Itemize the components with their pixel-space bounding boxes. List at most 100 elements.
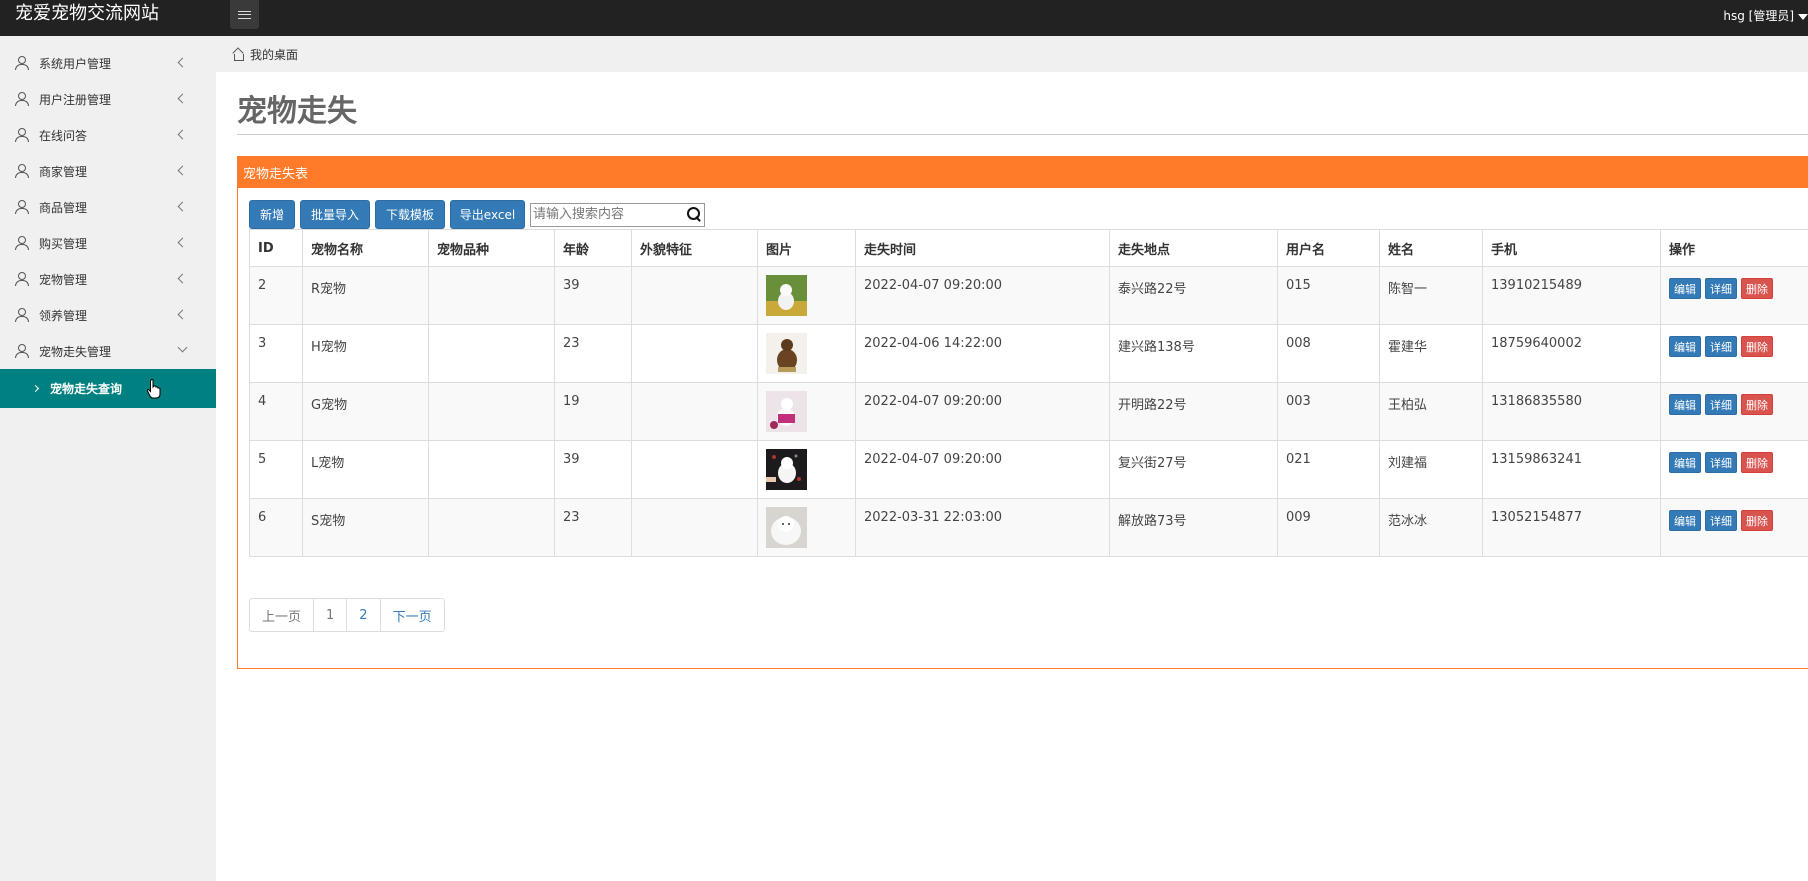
pet-photo[interactable] xyxy=(766,449,807,490)
sidebar-item-label: 宠物走失管理 xyxy=(39,344,112,359)
sidebar-item-adoption[interactable]: 领养管理 xyxy=(0,297,216,333)
cell-image xyxy=(757,266,856,325)
sidebar-item-purchases[interactable]: 购买管理 xyxy=(0,225,216,261)
sidebar-item-label: 宠物管理 xyxy=(39,272,88,287)
sidebar-item-system-users[interactable]: 系统用户管理 xyxy=(0,45,216,81)
chevron-left-icon xyxy=(177,309,188,320)
export-excel-button[interactable]: 导出excel xyxy=(450,200,525,229)
search-input[interactable] xyxy=(531,203,704,226)
sidebar-item-products[interactable]: 商品管理 xyxy=(0,189,216,225)
table-row: 5 L宠物 39 2022-04-07 09:20:00 复兴街27号 021 … xyxy=(249,440,1808,499)
page-link[interactable]: 2 xyxy=(346,598,381,632)
detail-button[interactable]: 详细 xyxy=(1705,394,1737,415)
pet-photo[interactable] xyxy=(766,391,807,432)
cell-features xyxy=(631,266,758,325)
user-icon xyxy=(15,56,29,70)
cell-actions: 编辑 详细 删除 xyxy=(1660,266,1808,325)
sidebar-item-label: 用户注册管理 xyxy=(39,92,112,107)
breadcrumb-home[interactable]: 我的桌面 xyxy=(250,46,298,63)
cell-phone: 13186835580 xyxy=(1482,382,1661,441)
site-brand[interactable]: 宠爱宠物交流网站 xyxy=(15,3,159,25)
column-header: 走失时间 xyxy=(855,229,1110,267)
cell-username: 008 xyxy=(1277,324,1380,383)
edit-button[interactable]: 编辑 xyxy=(1669,394,1701,415)
table-row: 4 G宠物 19 2022-04-07 09:20:00 开明路22号 003 … xyxy=(249,382,1808,441)
delete-button[interactable]: 删除 xyxy=(1741,336,1773,357)
batch-import-button[interactable]: 批量导入 xyxy=(300,200,370,229)
user-menu[interactable]: hsg [管理员] xyxy=(1723,7,1808,24)
edit-button[interactable]: 编辑 xyxy=(1669,510,1701,531)
search-icon[interactable] xyxy=(687,206,702,222)
detail-button[interactable]: 详细 xyxy=(1705,278,1737,299)
pagination: 上一页 1 2 下一页 xyxy=(249,598,445,632)
cell-place: 泰兴路22号 xyxy=(1109,266,1278,325)
detail-button[interactable]: 详细 xyxy=(1705,510,1737,531)
column-header: 图片 xyxy=(757,229,856,267)
cell-phone: 13910215489 xyxy=(1482,266,1661,325)
hamburger-icon[interactable] xyxy=(230,0,259,29)
cell-features xyxy=(631,382,758,441)
sidebar-item-online-qa[interactable]: 在线问答 xyxy=(0,117,216,153)
cell-image xyxy=(757,440,856,499)
chevron-left-icon xyxy=(177,273,188,284)
cell-username: 009 xyxy=(1277,498,1380,557)
sidebar-item-label: 商品管理 xyxy=(39,200,88,215)
cell-phone: 13159863241 xyxy=(1482,440,1661,499)
cell-realname: 陈智一 xyxy=(1379,266,1483,325)
cell-name: L宠物 xyxy=(302,440,429,499)
detail-button[interactable]: 详细 xyxy=(1705,452,1737,473)
toolbar: 新增 批量导入 下载模板 导出excel xyxy=(249,200,705,229)
delete-button[interactable]: 删除 xyxy=(1741,510,1773,531)
cell-breed xyxy=(428,266,555,325)
pet-photo[interactable] xyxy=(766,275,807,316)
delete-button[interactable]: 删除 xyxy=(1741,278,1773,299)
sidebar-item-label: 在线问答 xyxy=(39,128,88,143)
hand-cursor-icon xyxy=(147,379,161,399)
edit-button[interactable]: 编辑 xyxy=(1669,278,1701,299)
cell-realname: 王柏弘 xyxy=(1379,382,1483,441)
cell-time: 2022-04-07 09:20:00 xyxy=(855,266,1110,325)
chevron-right-icon xyxy=(31,384,40,393)
cell-name: H宠物 xyxy=(302,324,429,383)
sidebar-item-pets[interactable]: 宠物管理 xyxy=(0,261,216,297)
sidebar-item-lost-pets[interactable]: 宠物走失管理 xyxy=(0,333,216,369)
cell-age: 39 xyxy=(554,440,632,499)
pet-photo[interactable] xyxy=(766,507,807,548)
page-link[interactable]: 1 xyxy=(313,598,348,632)
cell-time: 2022-03-31 22:03:00 xyxy=(855,498,1110,557)
user-name: hsg [管理员] xyxy=(1723,9,1794,23)
cell-id: 3 xyxy=(249,324,303,383)
chevron-left-icon xyxy=(177,237,188,248)
cell-phone: 18759640002 xyxy=(1482,324,1661,383)
sidebar-item-label: 系统用户管理 xyxy=(39,56,112,71)
cell-breed xyxy=(428,382,555,441)
column-header: 操作 xyxy=(1660,229,1808,267)
prev-page-link[interactable]: 上一页 xyxy=(249,598,315,632)
add-button[interactable]: 新增 xyxy=(249,200,295,229)
detail-button[interactable]: 详细 xyxy=(1705,336,1737,357)
cell-realname: 霍建华 xyxy=(1379,324,1483,383)
chevron-left-icon xyxy=(177,129,188,140)
cell-age: 19 xyxy=(554,382,632,441)
edit-button[interactable]: 编辑 xyxy=(1669,452,1701,473)
download-template-button[interactable]: 下载模板 xyxy=(375,200,445,229)
sidebar: 系统用户管理 用户注册管理 在线问答 商家管理 商品管理 购买管理 宠物管理 领… xyxy=(0,36,216,881)
page-title: 宠物走失 xyxy=(237,94,357,129)
pet-photo[interactable] xyxy=(766,333,807,374)
edit-button[interactable]: 编辑 xyxy=(1669,336,1701,357)
next-page-link[interactable]: 下一页 xyxy=(379,598,445,632)
column-header: 手机 xyxy=(1482,229,1661,267)
delete-button[interactable]: 删除 xyxy=(1741,394,1773,415)
cell-actions: 编辑 详细 删除 xyxy=(1660,498,1808,557)
cell-phone: 13052154877 xyxy=(1482,498,1661,557)
cell-name: G宠物 xyxy=(302,382,429,441)
chevron-left-icon xyxy=(177,201,188,212)
cell-actions: 编辑 详细 删除 xyxy=(1660,324,1808,383)
sidebar-subitem-lost-pet-query[interactable]: 宠物走失查询 xyxy=(0,369,216,408)
column-header: 宠物品种 xyxy=(428,229,555,267)
user-icon xyxy=(15,92,29,106)
sidebar-item-merchants[interactable]: 商家管理 xyxy=(0,153,216,189)
sidebar-item-user-registration[interactable]: 用户注册管理 xyxy=(0,81,216,117)
delete-button[interactable]: 删除 xyxy=(1741,452,1773,473)
table-header-row: ID 宠物名称 宠物品种 年龄 外貌特征 图片 走失时间 走失地点 用户名 姓名… xyxy=(249,229,1808,267)
